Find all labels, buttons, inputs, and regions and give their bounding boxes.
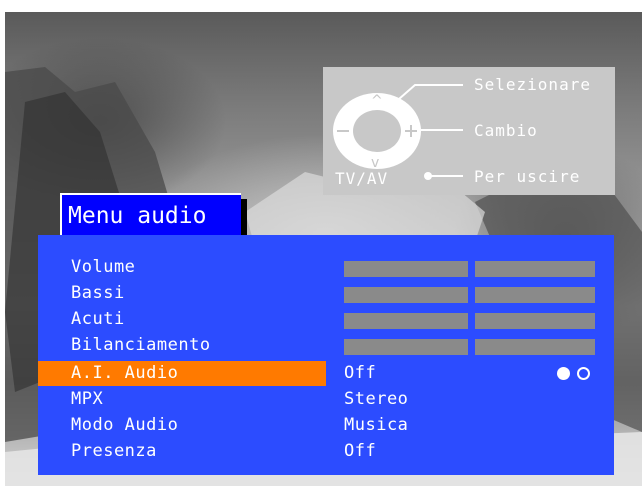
toggle-off-dot-icon[interactable] xyxy=(577,367,590,380)
acuti-bar-left[interactable] xyxy=(344,313,468,329)
menu-item-label: MPX xyxy=(71,389,104,409)
menu-item-label: Bilanciamento xyxy=(71,335,211,355)
tv-av-label: TV/AV xyxy=(335,169,389,188)
menu-item-bilanciamento[interactable]: Bilanciamento xyxy=(38,333,614,359)
acuti-bar-right[interactable] xyxy=(475,313,595,329)
control-legend: ^ v Selezionare Cambio Per uscire TV/AV xyxy=(323,67,615,195)
select-label: Selezionare xyxy=(474,75,591,94)
menu-title: Menu audio xyxy=(68,203,207,229)
bassi-bar-left[interactable] xyxy=(344,287,468,303)
menu-item-volume[interactable]: Volume xyxy=(38,255,614,281)
menu-item-label: Presenza xyxy=(71,441,157,461)
ai-audio-value: Off xyxy=(344,363,377,383)
menu-item-label: A.I. Audio xyxy=(38,361,326,386)
menu-item-modo-audio[interactable]: Modo Audio Musica xyxy=(38,413,614,439)
menu-item-mpx[interactable]: MPX Stereo xyxy=(38,387,614,413)
menu-item-label: Acuti xyxy=(71,309,125,329)
presenza-value: Off xyxy=(344,441,377,461)
exit-label: Per uscire xyxy=(474,167,581,186)
menu-item-presenza[interactable]: Presenza Off xyxy=(38,439,614,465)
bilanciamento-bar-right[interactable] xyxy=(475,339,595,355)
menu-item-label: Modo Audio xyxy=(71,415,179,435)
bilanciamento-bar-left[interactable] xyxy=(344,339,468,355)
menu-title-box: Menu audio xyxy=(60,193,241,235)
modo-audio-value: Musica xyxy=(344,415,409,435)
toggle-on-dot-icon[interactable] xyxy=(557,367,570,380)
volume-bar-left[interactable] xyxy=(344,261,468,277)
change-label: Cambio xyxy=(474,121,538,140)
menu-item-label: Volume xyxy=(71,257,136,277)
menu-item-bassi[interactable]: Bassi xyxy=(38,281,614,307)
menu-item-ai-audio[interactable]: A.I. Audio Off xyxy=(38,361,614,387)
volume-bar-right[interactable] xyxy=(475,261,595,277)
mpx-value: Stereo xyxy=(344,389,409,409)
bassi-bar-right[interactable] xyxy=(475,287,595,303)
svg-text:^: ^ xyxy=(371,93,383,109)
audio-menu-panel: Volume Bassi Acuti Bilanciamento A.I. Au… xyxy=(38,235,614,475)
menu-item-acuti[interactable]: Acuti xyxy=(38,307,614,333)
menu-item-label: Bassi xyxy=(71,283,125,303)
